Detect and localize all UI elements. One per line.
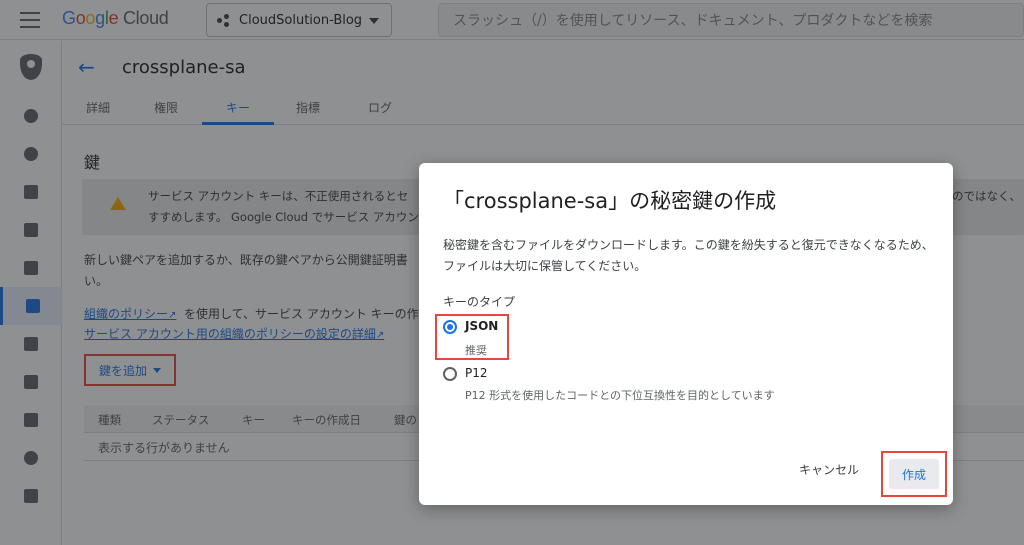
key-type-label: キーのタイプ	[443, 295, 516, 309]
json-option-sub: 推奨	[465, 344, 487, 357]
cancel-button[interactable]: キャンセル	[799, 461, 859, 478]
create-button[interactable]: 作成	[889, 459, 939, 489]
p12-option-sub: P12 形式を使用したコードとの下位互換性を目的としています	[465, 389, 775, 402]
json-radio[interactable]	[443, 320, 457, 334]
p12-radio[interactable]	[443, 367, 457, 381]
dialog-title: 「crossplane-sa」の秘密鍵の作成	[443, 189, 777, 213]
dialog-description: 秘密鍵を含むファイルをダウンロードします。この鍵を紛失すると復元できなくなるため…	[443, 238, 934, 273]
p12-option-label[interactable]: P12	[465, 366, 488, 380]
json-option-label[interactable]: JSON	[465, 319, 498, 333]
create-private-key-dialog: 「crossplane-sa」の秘密鍵の作成 秘密鍵を含むファイルをダウンロード…	[419, 163, 953, 505]
